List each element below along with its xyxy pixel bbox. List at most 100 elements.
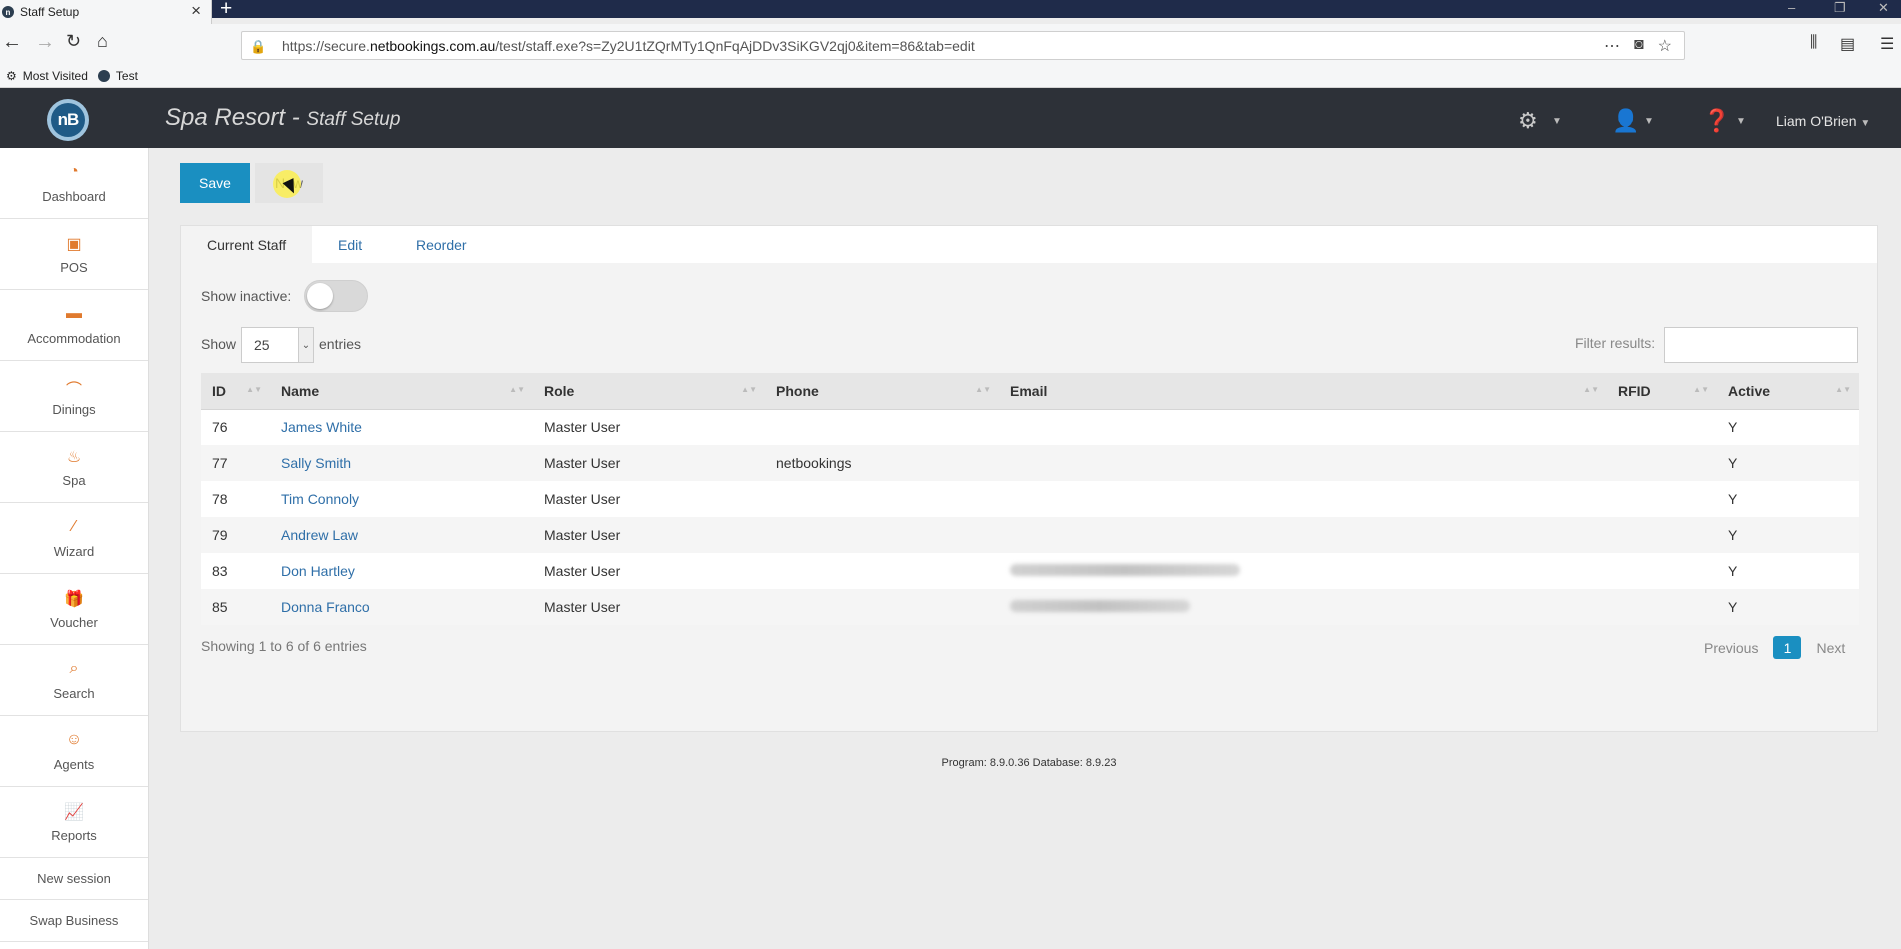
column-header-phone[interactable]: Phone ▲▼: [765, 373, 999, 410]
pocket-icon[interactable]: ◙: [1634, 36, 1644, 56]
browser-tab[interactable]: n Staff Setup ×: [0, 0, 212, 24]
window-close-icon[interactable]: ✕: [1878, 0, 1889, 16]
back-icon[interactable]: ←: [2, 31, 22, 54]
url-text[interactable]: https://secure.netbookings.com.au/test/s…: [282, 38, 1604, 54]
sort-icon: ▲▼: [741, 385, 757, 394]
cell-active: Y: [1717, 445, 1859, 481]
agent-icon: ☺: [65, 730, 83, 748]
restore-icon[interactable]: ❐: [1834, 0, 1846, 16]
page-actions-icon[interactable]: ⋯: [1604, 36, 1620, 56]
column-header-active[interactable]: Active ▲▼: [1717, 373, 1859, 410]
cell-email: [999, 589, 1607, 625]
staff-name-link[interactable]: Andrew Law: [281, 527, 358, 543]
reload-icon[interactable]: ↻: [66, 31, 81, 52]
tab-edit[interactable]: Edit: [312, 226, 388, 263]
sidebar-item-search[interactable]: ⌕ Search: [0, 645, 148, 716]
table-row[interactable]: 83 Don Hartley Master User Y: [201, 553, 1859, 589]
column-header-role[interactable]: Role ▲▼: [533, 373, 765, 410]
sidebar-toggle-icon[interactable]: ▤: [1840, 34, 1855, 54]
bookmark-most-visited[interactable]: Most Visited: [23, 69, 88, 83]
cell-name[interactable]: James White: [270, 409, 533, 445]
page-1-button[interactable]: 1: [1773, 636, 1802, 659]
cell-name[interactable]: Donna Franco: [270, 589, 533, 625]
bookmark-test[interactable]: Test: [116, 69, 138, 83]
staff-name-link[interactable]: Tim Connoly: [281, 491, 359, 507]
filter-input[interactable]: [1664, 327, 1858, 363]
sort-icon: ▲▼: [975, 385, 991, 394]
gift-icon: 🎁: [64, 590, 84, 608]
save-button[interactable]: Save: [180, 163, 250, 203]
staff-name-link[interactable]: James White: [281, 419, 362, 435]
cell-phone: [765, 409, 999, 445]
table-header-row: ID ▲▼ Name ▲▼ Role ▲▼ Phone ▲▼ Email ▲▼ RFID ▲…: [201, 373, 1859, 410]
tab-current-staff[interactable]: Current Staff: [181, 226, 313, 263]
sidebar-item-agents[interactable]: ☺ Agents: [0, 716, 148, 787]
url-bar[interactable]: 🔒 https://secure.netbookings.com.au/test…: [241, 31, 1685, 60]
previous-button[interactable]: Previous: [1704, 640, 1758, 656]
table-row[interactable]: 78 Tim Connoly Master User Y: [201, 481, 1859, 517]
forward-icon[interactable]: →: [35, 31, 55, 54]
sidebar-item-wizard[interactable]: ⁄ Wizard: [0, 503, 148, 574]
cell-phone: [765, 589, 999, 625]
help-icon[interactable]: ❓: [1703, 108, 1730, 134]
staff-panel: Current Staff Edit Reorder Show inactive…: [180, 225, 1878, 732]
cell-email: [999, 409, 1607, 445]
sidebar-new-session[interactable]: New session: [0, 858, 148, 900]
next-button[interactable]: Next: [1816, 640, 1845, 656]
tab-favicon-icon: n: [2, 6, 14, 18]
cell-name[interactable]: Andrew Law: [270, 517, 533, 553]
settings-gear-icon[interactable]: ⚙: [1518, 108, 1538, 134]
table-row[interactable]: 77 Sally Smith Master User netbookings Y: [201, 445, 1859, 481]
entries-select[interactable]: 25 ⌄: [241, 327, 314, 363]
menu-icon[interactable]: ☰: [1880, 34, 1894, 54]
cell-role: Master User: [533, 445, 765, 481]
tab-close-icon[interactable]: ×: [191, 1, 201, 21]
table-row[interactable]: 85 Donna Franco Master User Y: [201, 589, 1859, 625]
table-row[interactable]: 79 Andrew Law Master User Y: [201, 517, 1859, 553]
cell-phone: [765, 553, 999, 589]
cell-id: 79: [201, 517, 270, 553]
sidebar-item-pos[interactable]: ▣ POS: [0, 219, 148, 290]
sidebar-item-accommodation[interactable]: ▬ Accommodation: [0, 290, 148, 361]
sidebar-item-dinings[interactable]: ⌒ Dinings: [0, 361, 148, 432]
sidebar-swap-business[interactable]: Swap Business: [0, 900, 148, 942]
column-header-rfid[interactable]: RFID ▲▼: [1607, 373, 1717, 410]
new-tab-icon[interactable]: +: [220, 0, 232, 21]
staff-name-link[interactable]: Don Hartley: [281, 563, 355, 579]
lock-icon: 🔒: [250, 38, 267, 54]
cell-active: Y: [1717, 517, 1859, 553]
bookmark-star-icon[interactable]: ☆: [1658, 36, 1672, 56]
cell-email: [999, 517, 1607, 553]
agent-caret-icon[interactable]: ▼: [1644, 116, 1654, 127]
sidebar: ◔ Dashboard ▣ POS ▬ Accommodation ⌒ Dinings …: [0, 148, 149, 949]
sidebar-item-dashboard[interactable]: ◔ Dashboard: [0, 148, 148, 219]
cell-name[interactable]: Sally Smith: [270, 445, 533, 481]
help-caret-icon[interactable]: ▼: [1736, 116, 1746, 127]
column-header-id[interactable]: ID ▲▼: [201, 373, 270, 410]
chevron-down-icon: ⌄: [298, 328, 313, 362]
show-inactive-toggle[interactable]: [304, 280, 368, 312]
user-menu[interactable]: Liam O'Brien ▼: [1776, 113, 1870, 129]
column-header-name[interactable]: Name ▲▼: [270, 373, 533, 410]
sidebar-item-reports[interactable]: 📈 Reports: [0, 787, 148, 858]
cell-name[interactable]: Don Hartley: [270, 553, 533, 589]
home-icon[interactable]: ⌂: [97, 31, 108, 52]
library-icon[interactable]: ⫼: [1810, 34, 1817, 52]
cell-role: Master User: [533, 553, 765, 589]
staff-name-link[interactable]: Sally Smith: [281, 455, 351, 471]
sort-icon: ▲▼: [1835, 385, 1851, 394]
cell-phone: [765, 517, 999, 553]
column-header-email[interactable]: Email ▲▼: [999, 373, 1607, 410]
tab-reorder[interactable]: Reorder: [390, 226, 493, 263]
agent-avatar-icon[interactable]: 👤: [1612, 108, 1639, 134]
gear-icon: ⚙: [6, 68, 17, 83]
staff-name-link[interactable]: Donna Franco: [281, 599, 370, 615]
sidebar-item-voucher[interactable]: 🎁 Voucher: [0, 574, 148, 645]
settings-caret-icon[interactable]: ▼: [1552, 116, 1562, 127]
minimize-icon[interactable]: –: [1788, 0, 1795, 15]
sidebar-item-spa[interactable]: ♨ Spa: [0, 432, 148, 503]
table-row[interactable]: 76 James White Master User Y: [201, 409, 1859, 445]
sort-icon: ▲▼: [1583, 385, 1599, 394]
cell-name[interactable]: Tim Connoly: [270, 481, 533, 517]
logo[interactable]: nB: [47, 99, 89, 141]
